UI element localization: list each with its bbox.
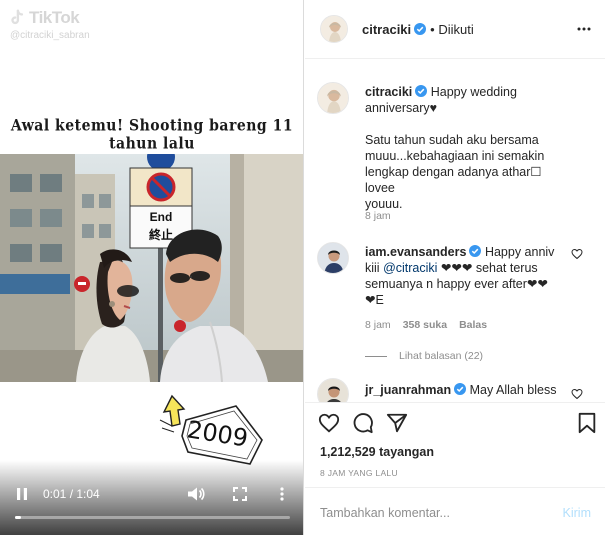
save-icon[interactable]	[576, 412, 598, 434]
like-icon[interactable]	[318, 412, 340, 434]
verified-badge-icon	[415, 85, 428, 97]
video-progress-bar[interactable]	[15, 516, 290, 519]
caption-username[interactable]: citraciki	[365, 85, 412, 99]
post-time-ago[interactable]: 8 JAM YANG LALU	[320, 468, 398, 478]
instagram-post-view: TikTok @citraciki_sabran Awal ketemu! Sh…	[0, 0, 605, 535]
replies-divider	[365, 355, 387, 357]
share-icon[interactable]	[386, 412, 408, 434]
video-progress-fill	[15, 516, 21, 519]
comment-like-icon[interactable]	[571, 388, 583, 400]
video-caption: Awal ketemu! Shooting bareng 11 tahun la…	[10, 117, 294, 153]
caption-line-3: Satu tahun sudah aku bersama	[365, 133, 539, 147]
post-header: citraciki • Diikuti	[305, 0, 605, 59]
header-username[interactable]: citraciki	[362, 22, 411, 37]
comments-list[interactable]: citraciki Happy wedding anniversary♥ Sat…	[305, 60, 605, 403]
caption-line-6: youuu.	[365, 197, 403, 211]
avatar[interactable]	[317, 242, 349, 274]
comment-text-a: Happy anniv	[484, 245, 555, 259]
more-options-icon[interactable]	[577, 22, 591, 36]
comment-icon[interactable]	[352, 412, 374, 434]
comment-input[interactable]: Tambahkan komentar...	[320, 506, 450, 520]
comment-text-e: ❤E	[365, 293, 384, 307]
comment-mention[interactable]: @citraciki	[383, 261, 437, 275]
caption-meta: 8 jam	[365, 210, 391, 222]
sign-chinese-text: 終止	[149, 227, 173, 242]
follow-status[interactable]: • Diikuti	[430, 22, 474, 37]
tiktok-handle: @citraciki_sabran	[10, 30, 90, 41]
caption-text: citraciki Happy wedding anniversary♥ Sat…	[365, 84, 567, 212]
verified-badge-icon	[454, 383, 467, 395]
comment-likes[interactable]: 358 suka	[403, 319, 447, 331]
add-comment-bar: Tambahkan komentar... Kirim	[305, 487, 605, 535]
sign-end-text: End	[150, 210, 173, 224]
post-actions	[318, 412, 596, 438]
caption-line-4: muuu...kebahagiaan ini semakin	[365, 149, 545, 163]
view-replies-button[interactable]: Lihat balasan (22)	[365, 350, 483, 362]
avatar[interactable]	[320, 15, 348, 43]
post-side-panel: citraciki • Diikuti citraciki Happy wedd…	[305, 0, 605, 535]
comment-meta: 8 jam 358 suka Balas	[365, 319, 487, 331]
tiktok-logo-icon	[11, 9, 24, 25]
comment-text: iam.evansanders Happy anniv kiii @citrac…	[365, 244, 567, 308]
video-time: 0:01 / 1:04	[43, 487, 100, 501]
comment-text-a: May Allah bless	[469, 383, 557, 397]
view-count[interactable]: 1,212,529 tayangan	[320, 445, 434, 459]
caption-line-5: lengkap dengan adanya athar☐ lovee	[365, 165, 542, 195]
comment-text-c: ❤❤❤ sehat terus	[440, 261, 538, 275]
verified-badge-icon	[469, 245, 482, 257]
tiktok-watermark: TikTok @citraciki_sabran	[8, 8, 90, 41]
caption-time[interactable]: 8 jam	[365, 210, 391, 222]
verified-badge-icon	[414, 23, 427, 35]
couple-photo: End 終止	[0, 154, 303, 382]
caption-line-1: Happy wedding	[430, 85, 517, 99]
avatar[interactable]	[317, 82, 349, 114]
view-replies-label[interactable]: Lihat balasan (22)	[399, 350, 483, 362]
comment-like-icon[interactable]	[571, 248, 583, 260]
comment-reply-button[interactable]: Balas	[459, 319, 487, 331]
video-more-icon[interactable]	[276, 486, 288, 502]
fullscreen-icon[interactable]	[232, 486, 248, 502]
caption-line-2: anniversary♥	[365, 101, 438, 115]
comment-text-b: kiii	[365, 261, 380, 275]
comment-time[interactable]: 8 jam	[365, 319, 391, 331]
comment-username[interactable]: jr_juanrahman	[365, 383, 451, 397]
pause-icon[interactable]	[14, 486, 30, 502]
video-player[interactable]: TikTok @citraciki_sabran Awal ketemu! Sh…	[0, 0, 304, 535]
comment-username[interactable]: iam.evansanders	[365, 245, 466, 259]
volume-icon[interactable]	[187, 486, 205, 502]
avatar[interactable]	[317, 378, 349, 402]
comment-text: jr_juanrahman May Allah bless	[365, 382, 567, 398]
comment-text-d: semuanya n happy ever after❤❤	[365, 277, 548, 291]
tiktok-brand-text: TikTok	[29, 8, 80, 27]
post-comment-button[interactable]: Kirim	[563, 506, 591, 520]
